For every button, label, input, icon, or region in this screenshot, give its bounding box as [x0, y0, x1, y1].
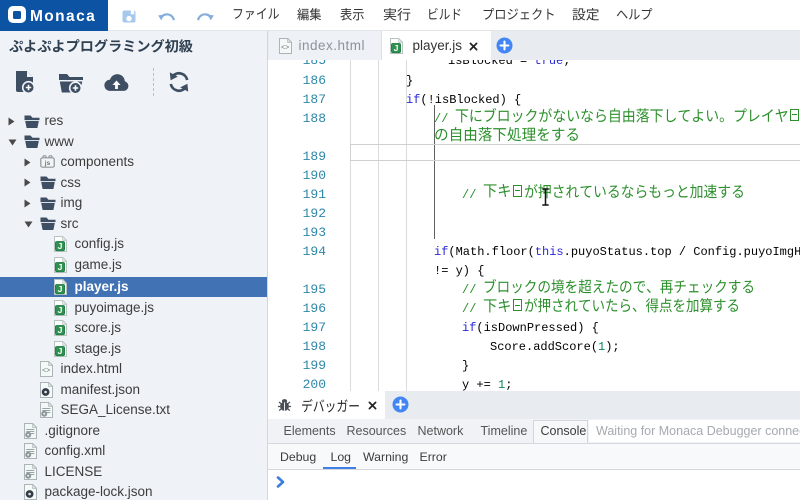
svg-text:J: J [58, 261, 63, 271]
svg-text:<>: <> [42, 368, 50, 376]
svg-text:J: J [393, 42, 398, 52]
svg-text:J: J [58, 284, 63, 294]
svg-text:J: J [58, 241, 63, 251]
svg-text:J: J [58, 345, 63, 355]
svg-text:<>: <> [280, 44, 288, 52]
svg-text:js: js [44, 160, 51, 167]
svg-text:J: J [58, 325, 63, 335]
svg-text:J: J [58, 304, 63, 314]
